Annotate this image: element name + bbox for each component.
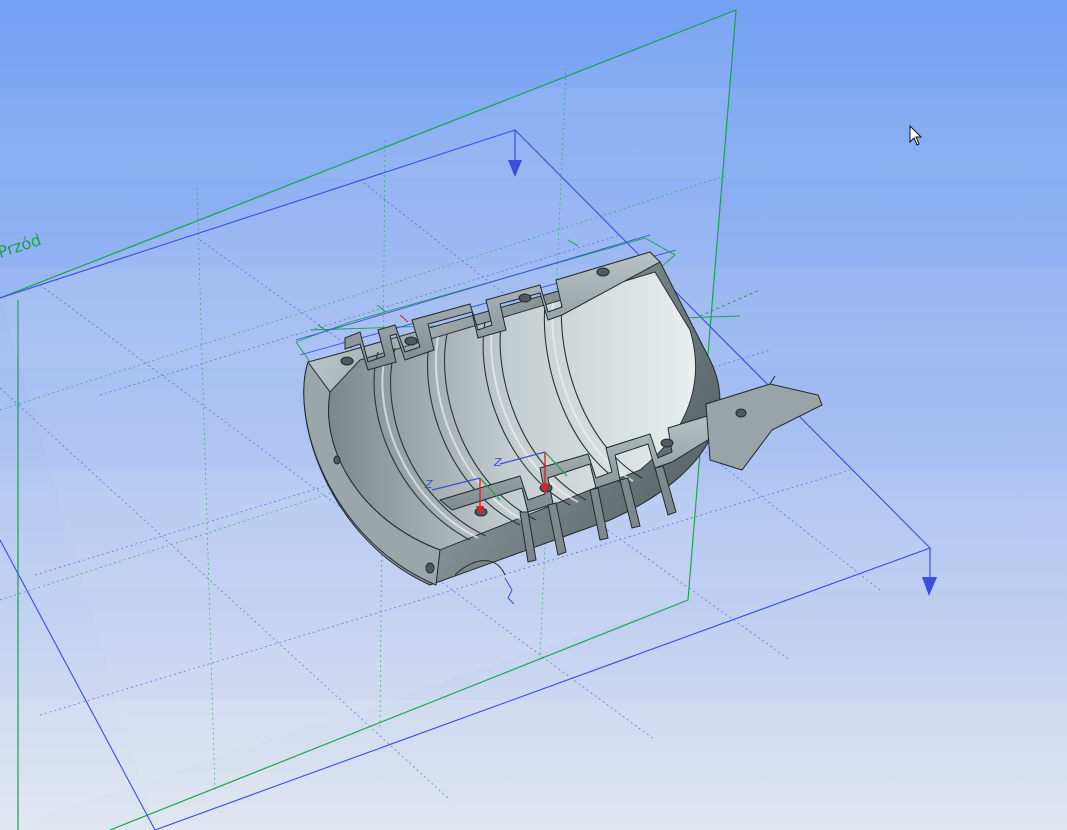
- bolt-hole: [404, 336, 418, 346]
- bolt-hole: [518, 293, 532, 303]
- bolt-hole: [333, 455, 341, 465]
- mouse-pointer-icon: [909, 125, 923, 146]
- triad-z-label: Z: [493, 456, 502, 469]
- 3d-scene[interactable]: Przód Z Z: [0, 0, 1067, 830]
- cad-viewport[interactable]: Przód Z Z: [0, 0, 1067, 830]
- bolt-hole: [425, 562, 435, 574]
- bolt-hole: [660, 438, 674, 448]
- bolt-hole: [735, 408, 747, 418]
- bolt-hole: [340, 356, 354, 366]
- bolt-hole: [596, 267, 610, 277]
- triad-z-label: Z: [424, 478, 433, 491]
